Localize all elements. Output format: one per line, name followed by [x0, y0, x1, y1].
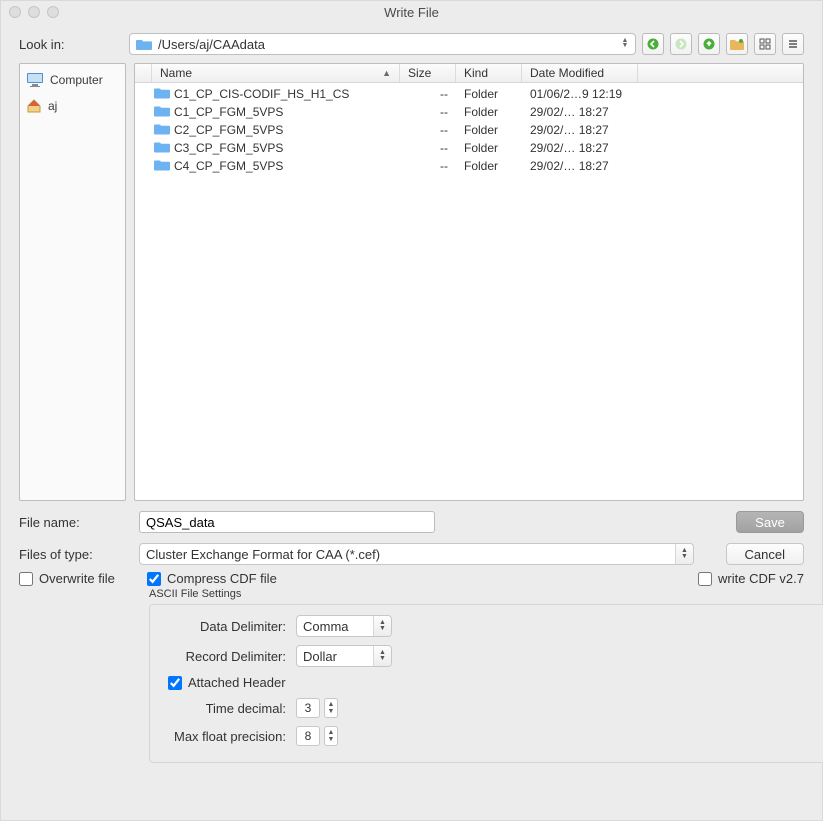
write-v27-checkbox[interactable]: write CDF v2.7 — [698, 571, 804, 586]
column-size[interactable]: Size — [400, 64, 456, 82]
time-decimal-label: Time decimal: — [166, 701, 286, 716]
folder-icon — [136, 38, 152, 50]
file-name: C1_CP_CIS-CODIF_HS_H1_CS — [174, 87, 349, 101]
file-size: -- — [400, 123, 456, 137]
file-size: -- — [400, 87, 456, 101]
sidebar-item-computer[interactable]: Computer — [24, 70, 121, 90]
ascii-settings-title: ASCII File Settings — [149, 588, 804, 600]
folder-icon — [154, 105, 170, 119]
data-delimiter-label: Data Delimiter: — [166, 619, 286, 634]
file-modified: 01/06/2…9 12:19 — [522, 87, 638, 101]
save-button[interactable]: Save — [736, 511, 804, 533]
overwrite-checkbox[interactable]: Overwrite file — [19, 571, 137, 586]
file-kind: Folder — [456, 87, 522, 101]
list-view-button[interactable] — [782, 33, 804, 55]
cancel-button[interactable]: Cancel — [726, 543, 804, 565]
folder-icon — [154, 87, 170, 101]
file-modified: 29/02/… 18:27 — [522, 159, 638, 173]
file-row[interactable]: C2_CP_FGM_5VPS --Folder29/02/… 18:27 — [135, 121, 803, 139]
folder-icon — [154, 141, 170, 155]
record-delimiter-label: Record Delimiter: — [166, 649, 286, 664]
filename-label: File name: — [19, 515, 129, 530]
folder-icon — [154, 123, 170, 137]
chevron-updown-icon: ▲▼ — [675, 544, 693, 564]
compress-checkbox[interactable]: Compress CDF file — [147, 571, 277, 586]
minimize-window-button[interactable] — [28, 6, 40, 18]
file-row[interactable]: C1_CP_CIS-CODIF_HS_H1_CS --Folder01/06/2…… — [135, 85, 803, 103]
file-kind: Folder — [456, 159, 522, 173]
file-name: C1_CP_FGM_5VPS — [174, 105, 283, 119]
stepper-buttons[interactable]: ▲▼ — [324, 726, 338, 746]
chevron-updown-icon: ▲▼ — [373, 616, 391, 636]
file-kind: Folder — [456, 123, 522, 137]
parent-folder-button[interactable] — [698, 33, 720, 55]
window-controls — [9, 6, 59, 18]
folder-icon — [154, 159, 170, 173]
file-list[interactable]: Name ▲ Size Kind Date Modified C1_CP_CIS… — [134, 63, 804, 501]
file-name: C3_CP_FGM_5VPS — [174, 141, 283, 155]
file-name: C2_CP_FGM_5VPS — [174, 123, 283, 137]
ascii-settings-group: Data Delimiter: Comma ▲▼ Record Delimite… — [149, 604, 823, 763]
file-size: -- — [400, 105, 456, 119]
time-decimal-spinner[interactable]: 3 ▲▼ — [296, 698, 338, 718]
max-float-label: Max float precision: — [166, 729, 286, 744]
write-file-dialog: Write File Look in: /Users/aj/CAAdata ▲▼ — [0, 0, 823, 821]
close-window-button[interactable] — [9, 6, 21, 18]
column-kind[interactable]: Kind — [456, 64, 522, 82]
file-row[interactable]: C3_CP_FGM_5VPS --Folder29/02/… 18:27 — [135, 139, 803, 157]
titlebar: Write File — [1, 1, 822, 23]
file-kind: Folder — [456, 105, 522, 119]
places-sidebar: Computer aj — [19, 63, 126, 501]
file-modified: 29/02/… 18:27 — [522, 141, 638, 155]
file-row[interactable]: C1_CP_FGM_5VPS --Folder29/02/… 18:27 — [135, 103, 803, 121]
new-folder-button[interactable] — [726, 33, 748, 55]
data-delimiter-select[interactable]: Comma ▲▼ — [296, 615, 392, 637]
column-name[interactable]: Name ▲ — [152, 64, 400, 82]
back-button[interactable] — [642, 33, 664, 55]
look-in-label: Look in: — [19, 37, 129, 52]
filename-input[interactable] — [139, 511, 435, 533]
file-type-value: Cluster Exchange Format for CAA (*.cef) — [146, 547, 380, 562]
file-modified: 29/02/… 18:27 — [522, 105, 638, 119]
icon-view-button[interactable] — [754, 33, 776, 55]
zoom-window-button[interactable] — [47, 6, 59, 18]
max-float-spinner[interactable]: 8 ▲▼ — [296, 726, 338, 746]
path-stepper[interactable]: ▲▼ — [617, 36, 633, 50]
file-row[interactable]: C4_CP_FGM_5VPS --Folder29/02/… 18:27 — [135, 157, 803, 175]
path-selector[interactable]: /Users/aj/CAAdata ▲▼ — [129, 33, 636, 55]
file-modified: 29/02/… 18:27 — [522, 123, 638, 137]
record-delimiter-select[interactable]: Dollar ▲▼ — [296, 645, 392, 667]
file-name: C4_CP_FGM_5VPS — [174, 159, 283, 173]
column-headers: Name ▲ Size Kind Date Modified — [135, 64, 803, 83]
path-text: /Users/aj/CAAdata — [158, 37, 265, 52]
window-title: Write File — [1, 5, 822, 20]
file-kind: Folder — [456, 141, 522, 155]
sidebar-item-home[interactable]: aj — [24, 96, 121, 116]
attached-header-checkbox[interactable]: Attached Header — [168, 675, 286, 690]
chevron-updown-icon: ▲▼ — [373, 646, 391, 666]
forward-button[interactable] — [670, 33, 692, 55]
file-size: -- — [400, 159, 456, 173]
sort-asc-icon: ▲ — [382, 68, 391, 78]
file-size: -- — [400, 141, 456, 155]
column-modified[interactable]: Date Modified — [522, 64, 638, 82]
filter-label: Files of type: — [19, 547, 129, 562]
sidebar-item-label: Computer — [50, 73, 103, 87]
stepper-buttons[interactable]: ▲▼ — [324, 698, 338, 718]
file-type-select[interactable]: Cluster Exchange Format for CAA (*.cef) … — [139, 543, 694, 565]
sidebar-item-label: aj — [48, 99, 57, 113]
